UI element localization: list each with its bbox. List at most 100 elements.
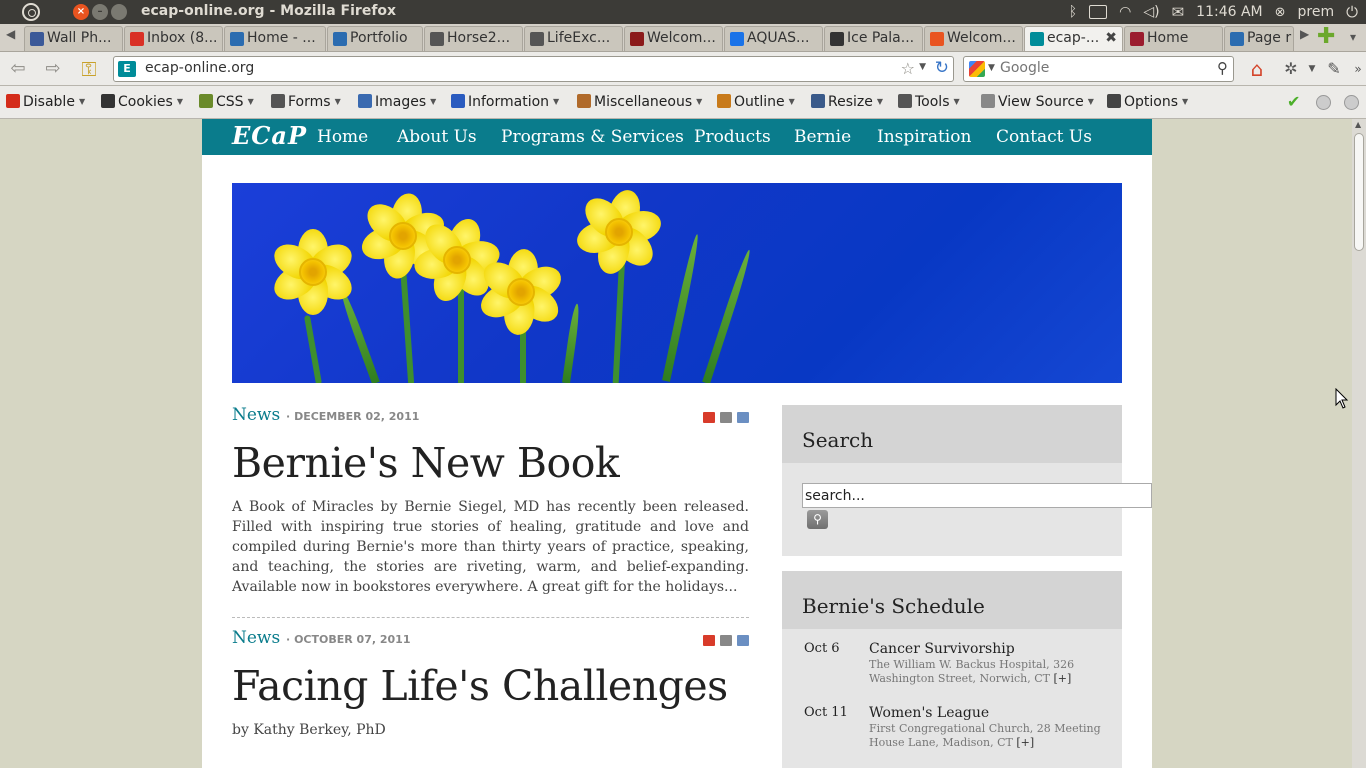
search-widget-body: ⚲ — [782, 463, 1152, 556]
dev-menu-3[interactable]: Forms ▼ — [271, 94, 341, 110]
eyedropper-icon[interactable]: ✎ — [1324, 59, 1344, 79]
site-nav-link[interactable]: Products — [694, 127, 771, 147]
tab-12[interactable]: Page r — [1224, 26, 1294, 51]
tab-4[interactable]: Horse2... — [424, 26, 523, 51]
site-nav-link[interactable]: Programs & Services — [501, 127, 684, 147]
forward-icon[interactable]: ⇨ — [43, 59, 63, 79]
dev-menu-6[interactable]: Miscellaneous ▼ — [577, 94, 702, 110]
post-title[interactable]: Facing Life's Challenges — [232, 662, 749, 710]
outline-icon — [717, 94, 731, 108]
site-nav-link[interactable]: Contact Us — [996, 127, 1092, 147]
dev-menu-10[interactable]: View Source ▼ — [981, 94, 1094, 110]
post-category-link[interactable]: News — [232, 628, 280, 648]
clock[interactable]: 11:46 AM — [1196, 4, 1262, 20]
tab-10[interactable]: ecap-... ✖ — [1024, 26, 1123, 51]
schedule-more-link[interactable]: [+] — [1016, 736, 1034, 749]
url-history-dropdown-icon[interactable]: ▼ — [919, 62, 926, 72]
tab-11[interactable]: Home — [1124, 26, 1223, 51]
tab-5[interactable]: LifeExc... — [524, 26, 623, 51]
tab-9[interactable]: Welcom... — [924, 26, 1023, 51]
list-tabs-icon[interactable]: ▾ — [1350, 30, 1356, 44]
user-icon[interactable]: ⊗ — [1275, 5, 1286, 20]
tab-2[interactable]: Home - ... — [224, 26, 326, 51]
dev-menu-2[interactable]: CSS ▼ — [199, 94, 254, 110]
email-icon[interactable] — [737, 635, 749, 646]
mail-icon[interactable]: ✉ — [1172, 3, 1185, 21]
scroll-up-icon[interactable]: ▲ — [1355, 120, 1361, 129]
site-nav-link[interactable]: Bernie — [794, 127, 851, 147]
site-logo[interactable]: ECaP — [232, 121, 307, 150]
site-nav-link[interactable]: About Us — [397, 127, 477, 147]
page-scrollbar[interactable]: ▲ — [1352, 119, 1366, 768]
tab-8[interactable]: Ice Pala... — [824, 26, 923, 51]
ubuntu-logo-icon[interactable] — [22, 3, 40, 21]
more-tools-icon[interactable]: » — [1348, 59, 1366, 79]
tab-0[interactable]: Wall Ph... — [24, 26, 123, 51]
email-icon[interactable] — [737, 412, 749, 423]
window-minimize-button[interactable]: – — [92, 4, 108, 20]
schedule-more-link[interactable]: [+] — [1053, 672, 1071, 685]
tab-3[interactable]: Portfolio — [327, 26, 423, 51]
status-indicator-icon[interactable] — [1316, 95, 1331, 110]
tab-1[interactable]: Inbox (8... — [124, 26, 223, 51]
window-title-bar: × – ecap-online.org - Mozilla Firefox ᛒ … — [0, 0, 1366, 24]
dev-menu-4[interactable]: Images ▼ — [358, 94, 436, 110]
battery-icon[interactable] — [1089, 5, 1108, 19]
schedule-date: Oct 11 — [804, 705, 848, 720]
bookmark-star-icon[interactable]: ☆ — [901, 59, 915, 78]
tab-close-icon[interactable]: ✖ — [1105, 27, 1117, 50]
url-text[interactable]: ecap-online.org — [145, 60, 254, 76]
firebug-dropdown-icon[interactable]: ▼ — [1302, 59, 1322, 79]
tools-icon — [898, 94, 912, 108]
wifi-icon[interactable]: ◠ — [1119, 4, 1131, 20]
dev-menu-8[interactable]: Resize ▼ — [811, 94, 883, 110]
site-nav-link[interactable]: Inspiration — [877, 127, 971, 147]
bluetooth-icon[interactable]: ᛒ — [1069, 4, 1077, 20]
home-icon[interactable]: ⌂ — [1247, 59, 1267, 79]
dev-menu-11[interactable]: Options ▼ — [1107, 94, 1188, 110]
dev-menu-label: Information — [468, 94, 550, 110]
pdf-icon[interactable] — [703, 412, 715, 423]
validation-ok-icon[interactable]: ✔ — [1287, 92, 1300, 111]
firebug-icon[interactable]: ✲ — [1281, 59, 1301, 79]
dev-menu-9[interactable]: Tools ▼ — [898, 94, 960, 110]
dev-menu-7[interactable]: Outline ▼ — [717, 94, 795, 110]
google-icon[interactable] — [969, 61, 985, 77]
pdf-icon[interactable] — [703, 635, 715, 646]
scrollbar-thumb[interactable] — [1354, 133, 1364, 251]
status-indicator-icon[interactable] — [1344, 95, 1359, 110]
search-engine-dropdown-icon[interactable]: ▼ — [988, 63, 995, 73]
print-icon[interactable] — [720, 635, 732, 646]
scroll-tabs-left-icon[interactable]: ◀ — [6, 27, 15, 41]
search-widget-title: Search — [782, 405, 1122, 463]
tab-6[interactable]: Welcom... — [624, 26, 723, 51]
site-search-input[interactable] — [802, 483, 1152, 508]
power-icon[interactable]: ⏻ — [1346, 3, 1358, 21]
post-meta: News · DECEMBER 02, 2011 — [232, 405, 420, 425]
search-box[interactable]: ▼ ⚲ — [963, 56, 1234, 82]
site-search-button[interactable]: ⚲ — [807, 510, 828, 529]
url-bar[interactable]: E ecap-online.org ☆ ▼ ↻ — [113, 56, 954, 82]
post-title[interactable]: Bernie's New Book — [232, 439, 749, 487]
window-maximize-button[interactable] — [111, 4, 127, 20]
window-close-button[interactable]: × — [73, 4, 89, 20]
volume-icon[interactable]: ◁) — [1143, 4, 1159, 20]
site-nav-link[interactable]: Home — [317, 127, 368, 147]
key-icon[interactable]: ⚿ — [79, 59, 99, 79]
scroll-tabs-right-icon[interactable]: ▶ — [1300, 27, 1309, 41]
user-name[interactable]: prem — [1298, 4, 1335, 20]
reload-icon[interactable]: ↻ — [935, 58, 949, 78]
daffodil — [268, 227, 358, 317]
dev-menu-label: CSS — [216, 94, 244, 110]
new-tab-icon[interactable]: ✚ — [1317, 24, 1335, 49]
dev-menu-5[interactable]: Information ▼ — [451, 94, 559, 110]
dev-menu-1[interactable]: Cookies ▼ — [101, 94, 183, 110]
post-category-link[interactable]: News — [232, 405, 280, 425]
search-icon[interactable]: ⚲ — [1217, 59, 1228, 77]
back-icon[interactable]: ⇦ — [8, 59, 28, 79]
tab-favicon-icon — [30, 32, 44, 46]
tab-7[interactable]: AQUAS... — [724, 26, 823, 51]
dev-menu-0[interactable]: Disable ▼ — [6, 94, 85, 110]
search-input[interactable] — [1000, 60, 1200, 76]
print-icon[interactable] — [720, 412, 732, 423]
